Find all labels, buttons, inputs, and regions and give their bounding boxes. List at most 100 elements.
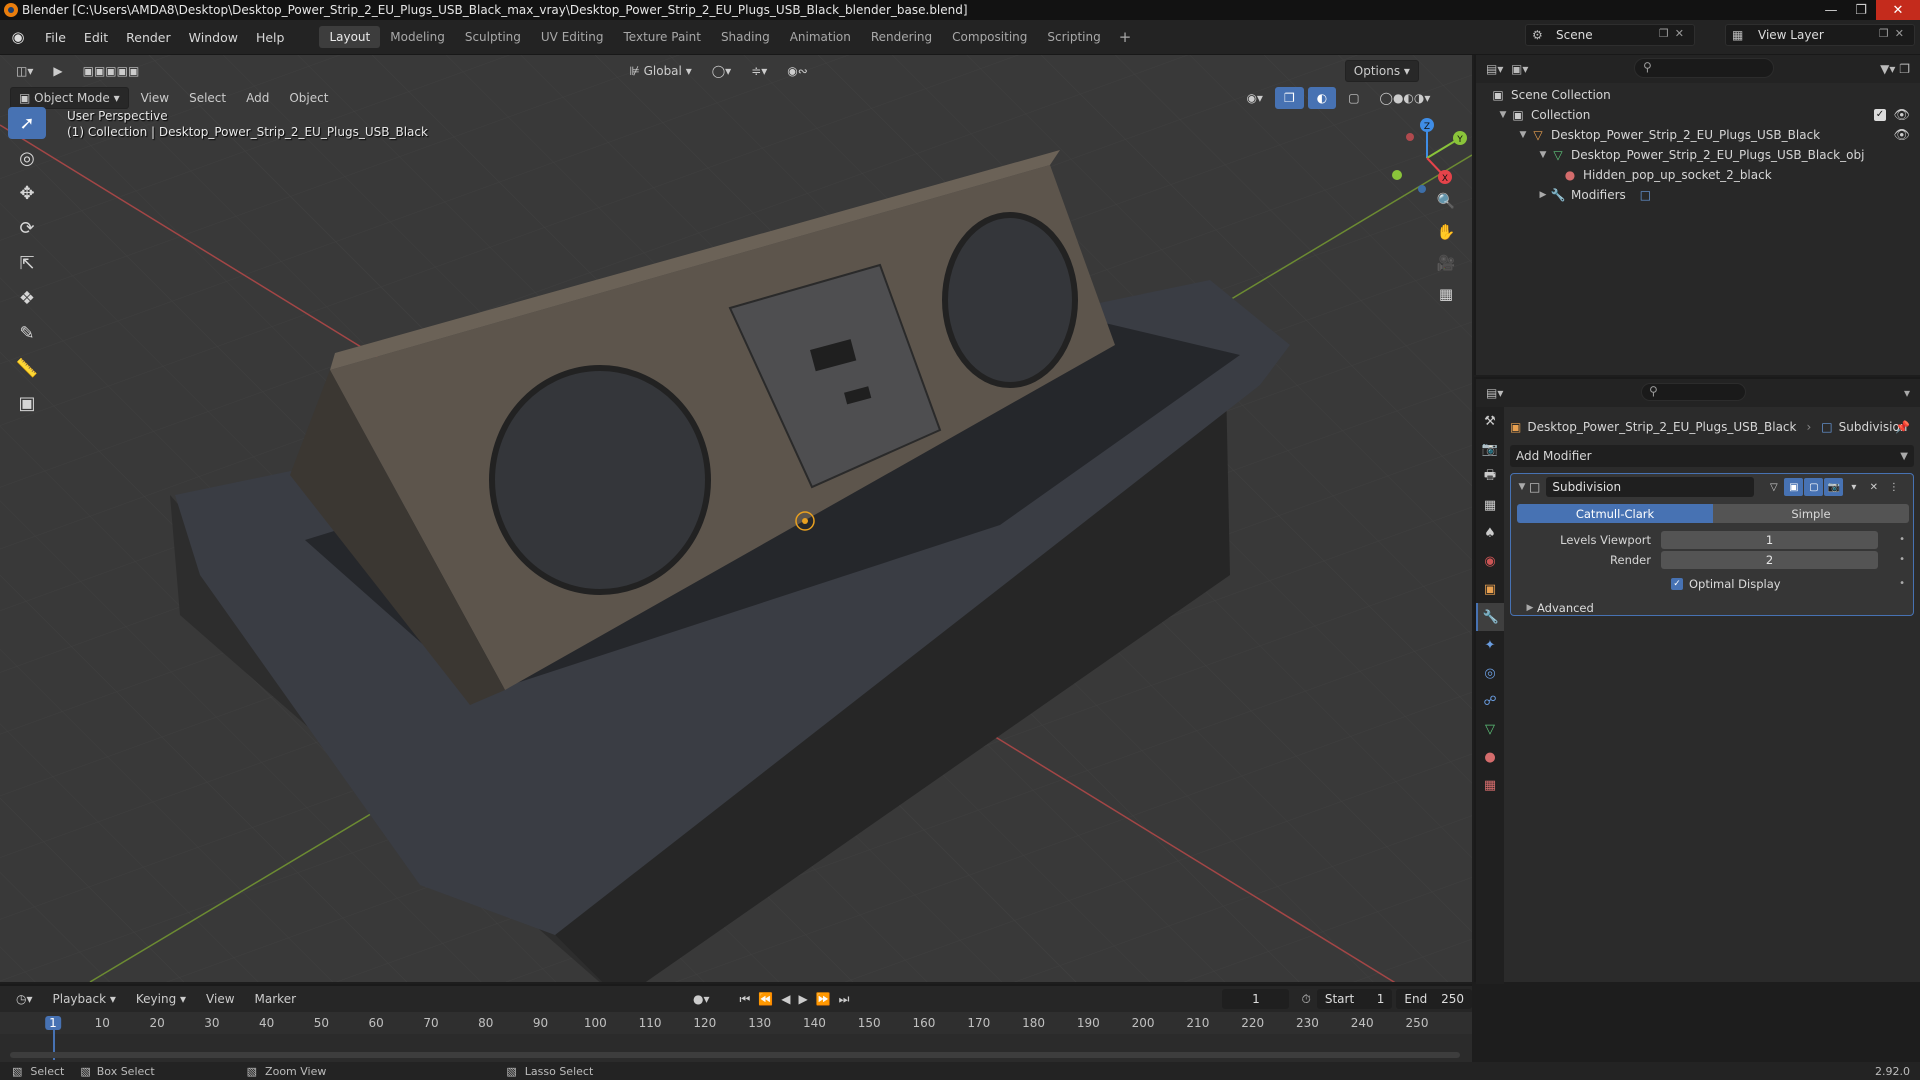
- maximize-icon[interactable]: ❐: [1846, 0, 1876, 20]
- modifier-name-input[interactable]: Subdivision: [1546, 477, 1755, 497]
- outliner-object[interactable]: ▼ ▽ Desktop_Power_Strip_2_EU_Plugs_USB_B…: [1516, 125, 1916, 145]
- annotate-icon[interactable]: ✎: [8, 317, 46, 349]
- record-icon[interactable]: ●▾: [693, 992, 710, 1006]
- properties-editor-icon[interactable]: ▤▾: [1486, 386, 1503, 400]
- drag-handle-icon[interactable]: ⋮: [1884, 478, 1903, 496]
- material-tab-icon[interactable]: ●: [1476, 743, 1504, 771]
- viewport-menu-view[interactable]: View: [133, 87, 177, 109]
- add-modifier-button[interactable]: Add Modifier ▼: [1510, 445, 1914, 467]
- viewport-menu-add[interactable]: Add: [238, 87, 277, 109]
- catmull-clark-button[interactable]: Catmull-Clark: [1517, 504, 1713, 523]
- scene-selector[interactable]: ⚙ Scene ❐✕: [1525, 24, 1695, 46]
- object-tab-icon[interactable]: ▣: [1476, 575, 1504, 603]
- particles-tab-icon[interactable]: ✦: [1476, 631, 1504, 659]
- rotate-icon[interactable]: ⟳: [8, 212, 46, 244]
- perspective-grid-icon[interactable]: ▦: [1432, 280, 1460, 308]
- data-tab-icon[interactable]: ▽: [1476, 715, 1504, 743]
- timeline-menu-keying[interactable]: Keying ▾: [128, 988, 194, 1010]
- outliner-search-input[interactable]: ⚲: [1634, 58, 1774, 78]
- outliner-mesh[interactable]: ▼ ▽ Desktop_Power_Strip_2_EU_Plugs_USB_B…: [1536, 145, 1865, 165]
- edit-mode-icon[interactable]: ▣: [1784, 478, 1804, 496]
- expand-icon[interactable]: ▼: [1496, 110, 1510, 120]
- pivot-icon[interactable]: ◯▾: [704, 60, 739, 82]
- view-layer-buttons[interactable]: ❐✕: [1879, 27, 1910, 40]
- outliner-collection[interactable]: ▼ ▣ Collection ✓ 👁: [1496, 105, 1916, 125]
- options-button[interactable]: Options ▾: [1344, 60, 1419, 82]
- timeline-menu-view[interactable]: View: [198, 988, 242, 1010]
- start-frame-field[interactable]: Start 1: [1316, 989, 1393, 1009]
- tab-compositing[interactable]: Compositing: [942, 26, 1037, 48]
- optimal-display-checkbox[interactable]: ✓: [1671, 577, 1683, 590]
- view-layer-selector[interactable]: ▦ View Layer ❐✕: [1725, 24, 1915, 46]
- playback-controls[interactable]: ⏮⏪◀▶⏩⏭: [740, 992, 858, 1007]
- end-frame-field[interactable]: End 250: [1396, 989, 1472, 1009]
- close-icon[interactable]: ✕: [1876, 0, 1920, 20]
- add-workspace-icon[interactable]: +: [1111, 28, 1140, 46]
- move-icon[interactable]: ✥: [8, 177, 46, 209]
- render-tab-icon[interactable]: 📷: [1476, 435, 1504, 463]
- eye-icon[interactable]: 👁: [1893, 108, 1910, 123]
- expand-icon[interactable]: ▼: [1536, 150, 1550, 160]
- outliner-editor-icon[interactable]: ▤▾ ▣▾: [1486, 62, 1528, 76]
- timeline-editor-icon[interactable]: ◷▾: [8, 988, 41, 1010]
- transform-icon[interactable]: ❖: [8, 282, 46, 314]
- chevron-down-icon[interactable]: ▾: [1904, 386, 1910, 400]
- overlay-toggle-icon[interactable]: ◐: [1307, 87, 1337, 109]
- minimize-icon[interactable]: —: [1816, 0, 1846, 20]
- simple-button[interactable]: Simple: [1713, 504, 1909, 523]
- editor-type-icon[interactable]: ◫▾: [8, 60, 41, 82]
- tab-rendering[interactable]: Rendering: [861, 26, 942, 48]
- orientation-selector[interactable]: ⊯ Global ▾: [621, 60, 699, 82]
- zoom-icon[interactable]: 🔍: [1432, 187, 1460, 215]
- properties-search-input[interactable]: ⚲: [1641, 383, 1746, 401]
- proportional-edit-icon[interactable]: ◉∾: [779, 60, 816, 82]
- world-tab-icon[interactable]: ◉: [1476, 547, 1504, 575]
- select-mode-icons[interactable]: ▣▣▣▣▣: [75, 60, 148, 82]
- 3d-viewport[interactable]: ◫▾ ▶ ▣▣▣▣▣ ⊯ Global ▾ ◯▾ ≑▾ ◉∾ Options ▾…: [0, 55, 1472, 982]
- tab-uv-editing[interactable]: UV Editing: [531, 26, 614, 48]
- eye-icon[interactable]: 👁: [1893, 128, 1910, 143]
- advanced-subpanel[interactable]: ▶ Advanced: [1511, 598, 1913, 617]
- camera-icon[interactable]: 🎥: [1432, 249, 1460, 277]
- timeline-menu-playback[interactable]: Playback ▾: [45, 988, 124, 1010]
- expand-icon[interactable]: ▼: [1516, 130, 1530, 140]
- gizmo-toggle-icon[interactable]: ❐: [1274, 87, 1304, 109]
- keyframe-dot-icon[interactable]: •: [1899, 554, 1905, 565]
- viewport-menu-select[interactable]: Select: [181, 87, 234, 109]
- timeline-ruler[interactable]: 1 10 20 30 40 50 60 70 80 90 100 110 120 130 140 150 160…: [0, 1012, 1472, 1034]
- menu-edit[interactable]: Edit: [75, 20, 117, 55]
- tab-animation[interactable]: Animation: [780, 26, 861, 48]
- expand-icon[interactable]: ▶: [1536, 190, 1550, 200]
- snap-icon[interactable]: ≑▾: [743, 60, 775, 82]
- physics-tab-icon[interactable]: ◎: [1476, 659, 1504, 687]
- tab-layout[interactable]: Layout: [319, 26, 381, 48]
- output-tab-icon[interactable]: 🖶: [1476, 463, 1504, 491]
- edit-cage-icon[interactable]: ▽: [1764, 478, 1783, 496]
- tab-texture-paint[interactable]: Texture Paint: [614, 26, 711, 48]
- viewport-menu-object[interactable]: Object: [281, 87, 336, 109]
- menu-help[interactable]: Help: [247, 20, 294, 55]
- scene-tab-icon[interactable]: ♠: [1476, 519, 1504, 547]
- timer-icon[interactable]: ⏱: [1301, 992, 1310, 1007]
- timeline-menu-marker[interactable]: Marker: [247, 988, 304, 1010]
- tab-sculpting[interactable]: Sculpting: [455, 26, 531, 48]
- viewport-display-icon[interactable]: ▢: [1804, 478, 1824, 496]
- mode-selector[interactable]: ▣ Object Mode ▾: [10, 87, 129, 109]
- chevron-down-icon[interactable]: ▾: [1844, 478, 1863, 496]
- shading-mode-icons[interactable]: ◯●◐◑▾: [1372, 87, 1439, 109]
- select-tool-icon[interactable]: ▶: [45, 60, 70, 82]
- levels-viewport-field[interactable]: 1: [1661, 530, 1878, 549]
- collapse-icon[interactable]: ▼: [1515, 482, 1529, 492]
- cursor-icon[interactable]: ◎: [8, 142, 46, 174]
- measure-icon[interactable]: 📏: [8, 352, 46, 384]
- outliner-material[interactable]: ● Hidden_pop_up_socket_2_black: [1562, 165, 1772, 185]
- timeline-scrollbar[interactable]: [10, 1052, 1460, 1058]
- menu-render[interactable]: Render: [117, 20, 180, 55]
- texture-tab-icon[interactable]: ▦: [1476, 771, 1504, 799]
- keyframe-dot-icon[interactable]: •: [1899, 578, 1905, 589]
- modifier-tab-icon[interactable]: 🔧: [1476, 603, 1504, 631]
- scene-buttons[interactable]: ❐✕: [1659, 27, 1690, 40]
- outliner-scene-collection[interactable]: ▣ Scene Collection: [1490, 85, 1610, 105]
- keyframe-dot-icon[interactable]: •: [1899, 534, 1905, 545]
- outliner-modifiers[interactable]: ▶ 🔧 Modifiers □: [1536, 185, 1652, 205]
